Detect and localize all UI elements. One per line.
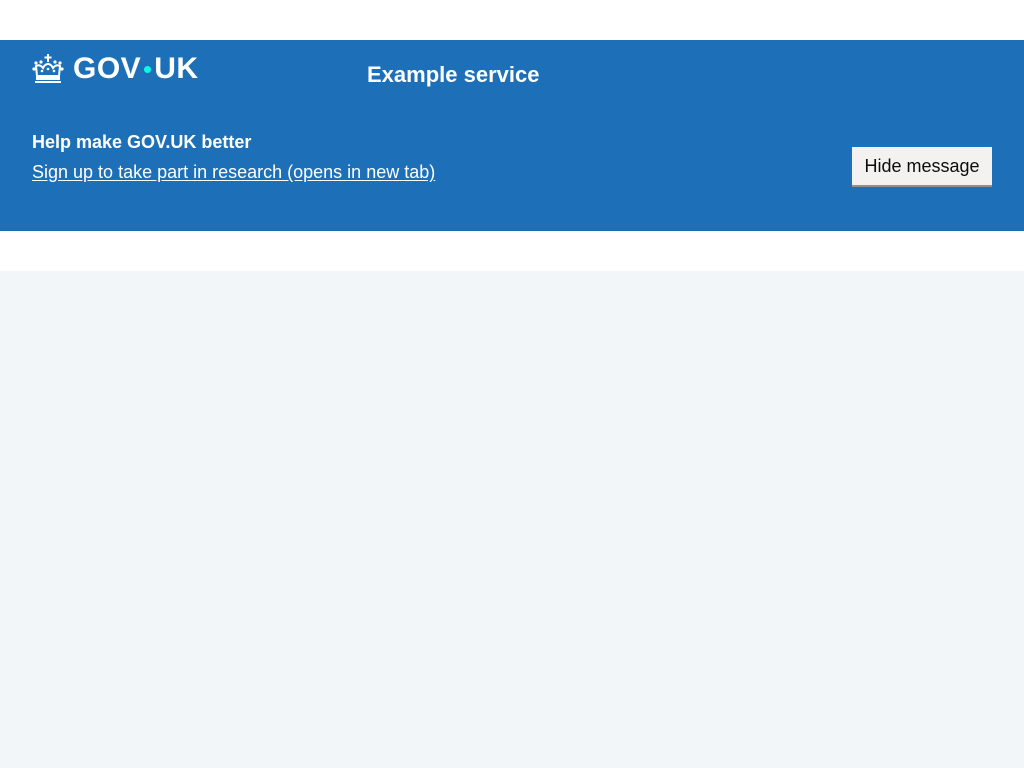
logo-text-uk: UK: [154, 52, 199, 85]
top-spacer: [0, 0, 1024, 40]
content-spacer: [0, 231, 1024, 271]
header-banner: GOV UK Example service Help make GOV.UK …: [0, 40, 1024, 231]
govuk-logotype: GOV UK: [73, 52, 199, 86]
crown-icon: [32, 54, 64, 84]
logo-dot: [144, 65, 152, 73]
banner-title: Help make GOV.UK better: [32, 132, 252, 152]
hide-message-button[interactable]: Hide message: [852, 147, 992, 185]
govuk-logo-link[interactable]: GOV UK: [32, 52, 199, 86]
main-content-area: [0, 271, 1024, 768]
logo-text-gov: GOV: [73, 52, 142, 85]
research-signup-link[interactable]: Sign up to take part in research (opens …: [32, 162, 435, 183]
service-name-link[interactable]: Example service: [367, 62, 539, 88]
